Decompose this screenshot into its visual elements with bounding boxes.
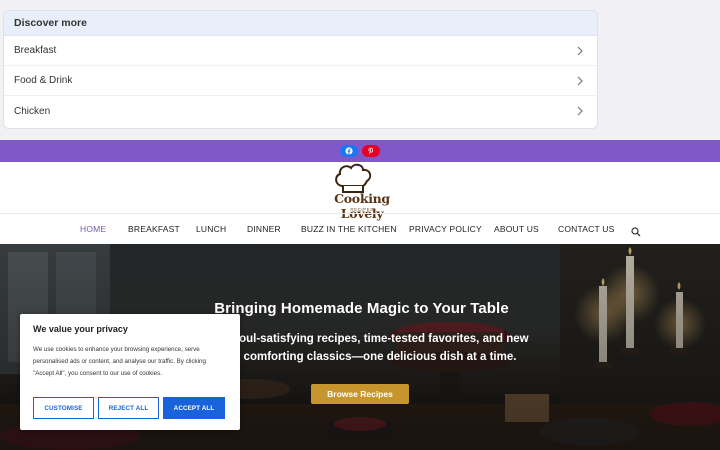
cookie-consent-modal: We value your privacy We use cookies to … bbox=[20, 314, 240, 430]
accept-all-button[interactable]: ACCEPT ALL bbox=[163, 397, 225, 419]
site-logo[interactable]: Cooking Lovely RECIPES bbox=[318, 162, 406, 221]
discover-item-food-drink[interactable]: Food & Drink bbox=[4, 66, 597, 96]
chevron-right-icon bbox=[575, 76, 585, 86]
nav-lunch[interactable]: LUNCH bbox=[196, 224, 226, 234]
discover-more-title: Discover more bbox=[4, 11, 597, 36]
discover-item-label: Breakfast bbox=[14, 45, 57, 56]
nav-home[interactable]: HOME bbox=[80, 224, 106, 234]
logo-subtitle: RECIPES bbox=[350, 207, 374, 212]
nav-breakfast[interactable]: BREAKFAST bbox=[128, 224, 180, 234]
chef-hat-icon bbox=[335, 163, 372, 193]
customise-button[interactable]: CUSTOMISE bbox=[33, 397, 94, 419]
nav-privacy-policy[interactable]: PRIVACY POLICY bbox=[409, 224, 482, 234]
facebook-icon[interactable] bbox=[340, 145, 358, 157]
nav-about-us[interactable]: ABOUT US bbox=[494, 224, 539, 234]
pinterest-icon[interactable] bbox=[362, 145, 380, 157]
browse-recipes-button[interactable]: Browse Recipes bbox=[311, 384, 409, 404]
nav-dinner[interactable]: DINNER bbox=[247, 224, 281, 234]
discover-item-chicken[interactable]: Chicken bbox=[4, 96, 597, 126]
discover-item-label: Food & Drink bbox=[14, 75, 73, 86]
main-nav: HOME BREAKFAST LUNCH DINNER BUZZ IN THE … bbox=[0, 214, 720, 244]
discover-item-label: Chicken bbox=[14, 105, 51, 117]
nav-contact-us[interactable]: CONTACT US bbox=[558, 224, 614, 234]
discover-item-breakfast[interactable]: Breakfast bbox=[4, 36, 597, 66]
cookie-body: We use cookies to enhance your browsing … bbox=[33, 346, 206, 377]
social-bar bbox=[0, 140, 720, 162]
chevron-right-icon bbox=[575, 106, 585, 116]
search-icon[interactable] bbox=[631, 224, 641, 237]
discover-more-panel: Discover more Breakfast Food & Drink Chi… bbox=[3, 10, 598, 129]
nav-buzz-in-the-kitchen[interactable]: BUZZ IN THE KITCHEN bbox=[301, 224, 397, 234]
cookie-buttons: CUSTOMISE REJECT ALL ACCEPT ALL bbox=[33, 397, 225, 419]
cookie-title: We value your privacy bbox=[33, 324, 128, 334]
chevron-right-icon bbox=[575, 46, 585, 56]
site-header: Cooking Lovely RECIPES HOME BREAKFAST LU… bbox=[0, 162, 720, 244]
hero-subtitle: Soul-satisfying recipes, time-tested fav… bbox=[231, 333, 529, 363]
reject-all-button[interactable]: REJECT ALL bbox=[98, 397, 159, 419]
